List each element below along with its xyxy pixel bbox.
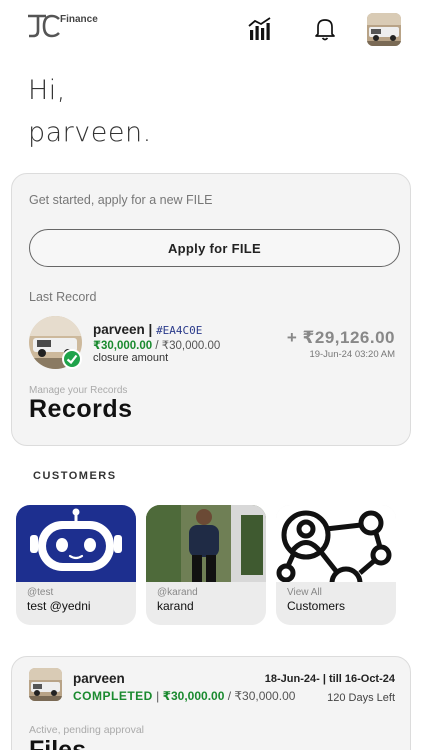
record-subtitle: closure amount [93,352,169,364]
customer-handle: @test [27,587,54,598]
records-title[interactable]: Records [29,395,133,424]
view-all-customers-card[interactable]: View All Customers [276,505,396,625]
file-days-left: 120 Days Left [327,692,395,704]
file-amount-sep: / [224,689,235,703]
file-customer-name: parveen [73,671,125,686]
file-amount-total: ₹30,000.00 [234,689,296,703]
files-card[interactable]: parveen COMPLETED | ₹30,000.00 / ₹30,000… [11,656,411,750]
file-status-line: COMPLETED | ₹30,000.00 / ₹30,000.00 [73,689,295,703]
file-status-sep: | [152,689,163,703]
file-avatar [29,668,62,701]
record-name-text: parveen | [93,322,157,337]
record-name[interactable]: parveen | #EA4C0E [93,322,202,337]
view-all-label: View All [287,587,322,598]
file-status-badge: COMPLETED [73,689,153,703]
file-status-label: Active, pending approval [29,724,144,736]
apply-file-button[interactable]: Apply for FILE [29,229,400,267]
customer-handle: @karand [157,587,198,598]
network-users-icon [276,505,396,582]
app-header: Finance [0,0,422,60]
customer-card-karand[interactable]: @karand karand [146,505,266,625]
logo-text: Finance [60,14,98,25]
customer-name: test @yedni [27,599,91,613]
customers-label: Customers [287,599,346,613]
records-card: Get started, apply for a new FILE Apply … [11,173,411,446]
record-amount-paid: ₹30,000.00 [93,340,153,352]
greeting-name: parveen. [28,117,152,148]
get-started-text: Get started, apply for a new FILE [29,193,213,207]
file-amount-paid: ₹30,000.00 [162,689,225,703]
verified-check-icon [62,349,82,369]
customer-name: karand [157,599,194,613]
files-title: Files [29,736,86,750]
customer-card-test[interactable]: @test test @yedni [16,505,136,625]
chart-icon[interactable] [247,16,273,42]
file-date-range: 18-Jun-24- | till 16-Oct-24 [264,673,395,685]
record-total: + ₹29,126.00 [286,328,395,347]
record-amount-total: ₹30,000.00 [161,340,221,352]
greeting-line-1: Hi, [28,75,66,106]
robot-avatar-icon [16,505,136,582]
customer-photo [146,505,266,582]
customers-section-label: CUSTOMERS [33,470,117,482]
record-amount: ₹30,000.00 / ₹30,000.00 [93,338,220,352]
record-id: #EA4C0E [156,324,203,337]
bell-icon[interactable] [312,16,338,42]
logo-icon [28,14,60,38]
record-date: 19-Jun-24 03:20 AM [309,349,395,360]
last-record-label: Last Record [29,290,97,304]
profile-avatar[interactable] [367,13,401,46]
record-amount-sep: / [152,340,162,352]
